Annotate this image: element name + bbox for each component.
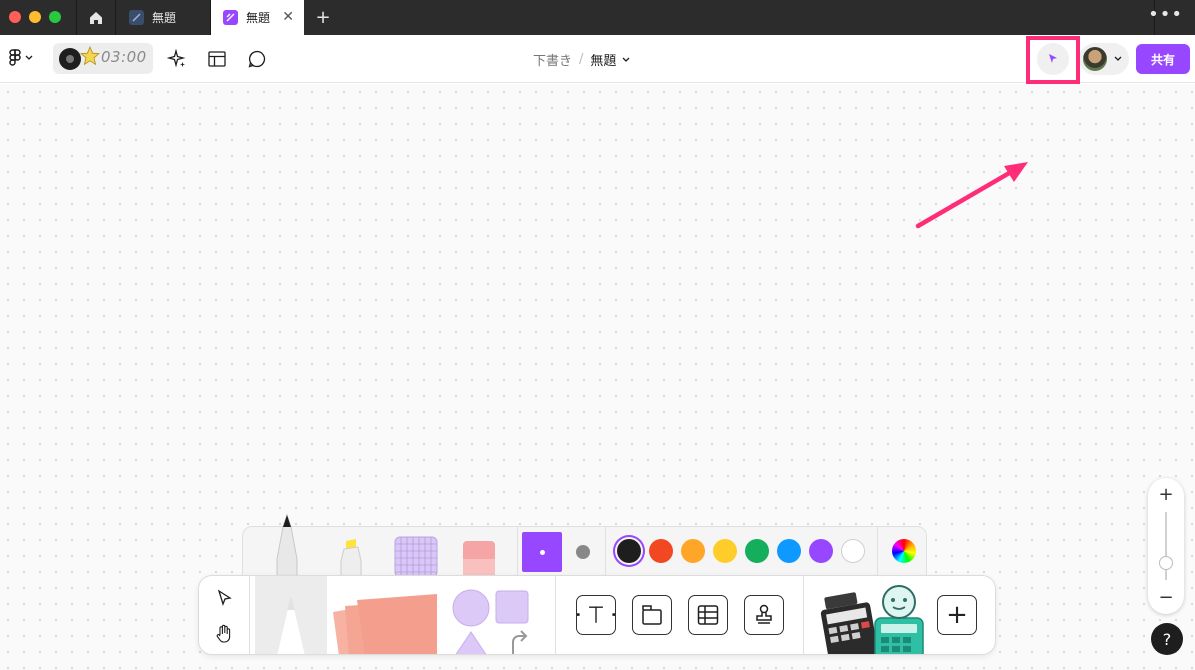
timer-widget[interactable]: 03:00	[53, 43, 153, 74]
more-tools-button[interactable]: +	[937, 595, 977, 635]
text-tool-button[interactable]	[576, 595, 616, 635]
multiplayer-button[interactable]	[1079, 43, 1129, 75]
tab-label: 無題	[246, 11, 271, 25]
washi-tape-icon[interactable]	[393, 535, 439, 577]
section-icon	[642, 605, 662, 625]
hand-icon[interactable]	[213, 623, 235, 645]
comment-icon[interactable]	[247, 49, 267, 69]
creation-toolbar: +	[198, 575, 996, 655]
share-button[interactable]: 共有	[1136, 44, 1190, 74]
widgets-icon[interactable]	[817, 584, 929, 655]
design-file-icon	[129, 10, 144, 25]
stroke-size-thin-button[interactable]	[522, 532, 562, 572]
title-bar: 無題 無題 ✕ + •••	[0, 0, 1195, 35]
breadcrumb: 下書き / 無題	[533, 50, 630, 69]
more-options-icon[interactable]: •••	[1148, 4, 1183, 25]
highlighter-tool-icon[interactable]	[337, 539, 365, 579]
table-icon	[697, 605, 719, 625]
pen-tool-icon[interactable]	[269, 513, 305, 577]
color-swatch[interactable]	[777, 539, 801, 563]
color-swatch[interactable]	[713, 539, 737, 563]
timer-value: 03:00	[101, 48, 147, 66]
record-icon	[59, 47, 81, 70]
tab-file-1[interactable]: 無題	[117, 0, 211, 35]
zoom-out-button[interactable]: −	[1148, 587, 1184, 608]
toolbar: 03:00 下書き / 無題 共有	[0, 35, 1195, 83]
stroke-size-thick-button[interactable]	[576, 545, 590, 559]
zoom-slider-thumb[interactable]	[1159, 556, 1173, 570]
chevron-down-icon[interactable]	[622, 57, 630, 63]
stamp-icon	[756, 604, 772, 624]
eraser-tool-icon[interactable]	[461, 539, 497, 579]
breadcrumb-separator: /	[579, 52, 584, 67]
tab-file-2[interactable]: 無題 ✕	[211, 0, 304, 35]
divider	[555, 576, 556, 654]
main-menu-button[interactable]	[9, 49, 33, 67]
color-swatch[interactable]	[649, 539, 673, 563]
marker-icon	[277, 596, 305, 654]
home-button[interactable]	[76, 0, 116, 35]
divider	[877, 527, 878, 577]
zoom-control: + −	[1148, 478, 1184, 614]
table-tool-button[interactable]	[688, 595, 728, 635]
tab-label: 無題	[152, 11, 177, 25]
figjam-logo-icon	[9, 49, 21, 66]
help-button[interactable]: ?	[1151, 623, 1183, 655]
figjam-file-icon	[223, 10, 238, 25]
divider	[249, 576, 250, 654]
color-swatch[interactable]	[617, 539, 641, 563]
star-icon	[79, 45, 101, 66]
sparkle-icon[interactable]	[167, 49, 187, 69]
close-tab-icon[interactable]: ✕	[282, 9, 294, 25]
color-swatch[interactable]	[681, 539, 705, 563]
marker-tool-slot[interactable]	[255, 576, 327, 654]
close-window-button[interactable]	[9, 11, 21, 23]
chevron-down-icon	[1114, 56, 1122, 61]
annotation-arrow	[915, 162, 1028, 229]
section-tool-button[interactable]	[632, 595, 672, 635]
sticky-note-icon[interactable]	[329, 586, 439, 655]
stroke-size-dot	[539, 549, 545, 555]
maximize-window-button[interactable]	[49, 11, 61, 23]
color-swatch[interactable]	[841, 539, 865, 563]
highlight-box	[1026, 36, 1080, 84]
stamp-tool-button[interactable]	[744, 595, 784, 635]
layout-icon[interactable]	[207, 49, 227, 69]
color-swatch[interactable]	[809, 539, 833, 563]
divider	[517, 527, 518, 577]
breadcrumb-drafts[interactable]: 下書き	[533, 50, 572, 69]
divider	[605, 527, 606, 577]
text-icon	[577, 606, 615, 623]
select-icon[interactable]	[213, 587, 235, 609]
chevron-down-icon	[25, 55, 33, 60]
avatar	[1083, 47, 1107, 71]
new-tab-button[interactable]: +	[313, 5, 333, 29]
divider	[803, 576, 804, 654]
color-wheel-button[interactable]	[892, 539, 916, 563]
shapes-icon[interactable]	[451, 588, 535, 655]
color-swatch[interactable]	[745, 539, 769, 563]
home-icon	[90, 11, 102, 24]
drawing-tray	[242, 513, 927, 579]
zoom-in-button[interactable]: +	[1148, 484, 1184, 505]
minimize-window-button[interactable]	[29, 11, 41, 23]
file-name[interactable]: 無題	[590, 50, 616, 69]
